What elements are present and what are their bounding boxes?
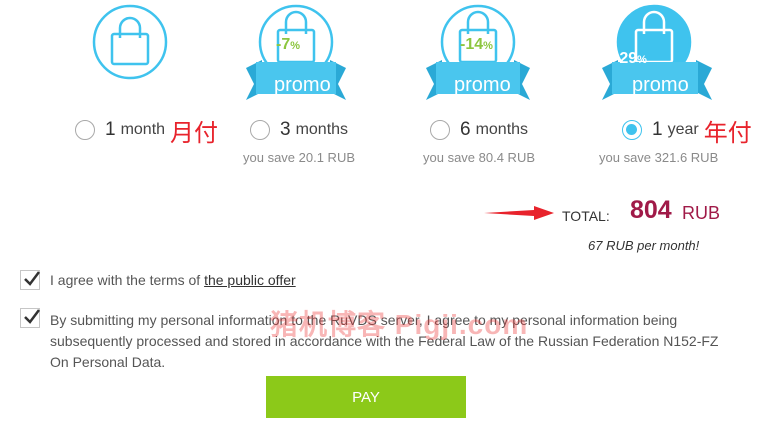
discount-label: -14% [460, 36, 493, 53]
plan-unit: months [295, 121, 349, 138]
arrow-right-icon [484, 206, 554, 220]
total-amount: 804 [630, 196, 672, 224]
plan-radio[interactable] [430, 120, 450, 140]
plan-number: 3 [280, 119, 291, 140]
plan-radio[interactable] [250, 120, 270, 140]
plan-number: 6 [460, 119, 471, 140]
terms-text: I agree with the terms of [50, 272, 205, 288]
promo-ribbon: promo [632, 74, 689, 96]
plan-number: 1 [105, 119, 116, 140]
public-offer-link[interactable]: the public offer [204, 272, 296, 288]
watermark: 猪机博客 Pigji.com [270, 309, 529, 340]
total-label: TOTAL: [562, 208, 610, 224]
annotation-monthly: 月付 [170, 119, 219, 147]
plan-radio-selected[interactable] [622, 120, 642, 140]
discount-label: -7% [276, 36, 301, 53]
total-block: TOTAL: 804 RUB [484, 196, 734, 232]
plan-unit: year [667, 121, 699, 138]
checkmark-icon [24, 309, 40, 324]
pay-button[interactable]: PAY [266, 376, 466, 418]
consent-checkbox[interactable] [20, 308, 40, 328]
terms-checkbox[interactable] [20, 270, 40, 290]
savings-text: you save 80.4 RUB [423, 150, 536, 165]
plan-unit: months [475, 121, 529, 138]
plan-number: 1 [652, 119, 663, 140]
terms-label: I agree with the terms of the public off… [50, 272, 296, 288]
per-month-text: 67 RUB per month! [588, 238, 700, 253]
promo-ribbon: promo [274, 74, 331, 96]
total-currency: RUB [682, 203, 721, 223]
plan-radio[interactable] [75, 120, 95, 140]
discount-label: -29% [614, 50, 647, 67]
annotation-yearly: 年付 [703, 119, 752, 147]
shopping-bag-icon [92, 4, 168, 80]
plan-unit: month [120, 121, 166, 138]
promo-ribbon: promo [454, 74, 511, 96]
plan-1-month[interactable]: 1 month 月付 [75, 0, 255, 180]
checkmark-icon [24, 271, 40, 286]
savings-text: you save 321.6 RUB [599, 150, 719, 165]
savings-text: you save 20.1 RUB [243, 150, 356, 165]
